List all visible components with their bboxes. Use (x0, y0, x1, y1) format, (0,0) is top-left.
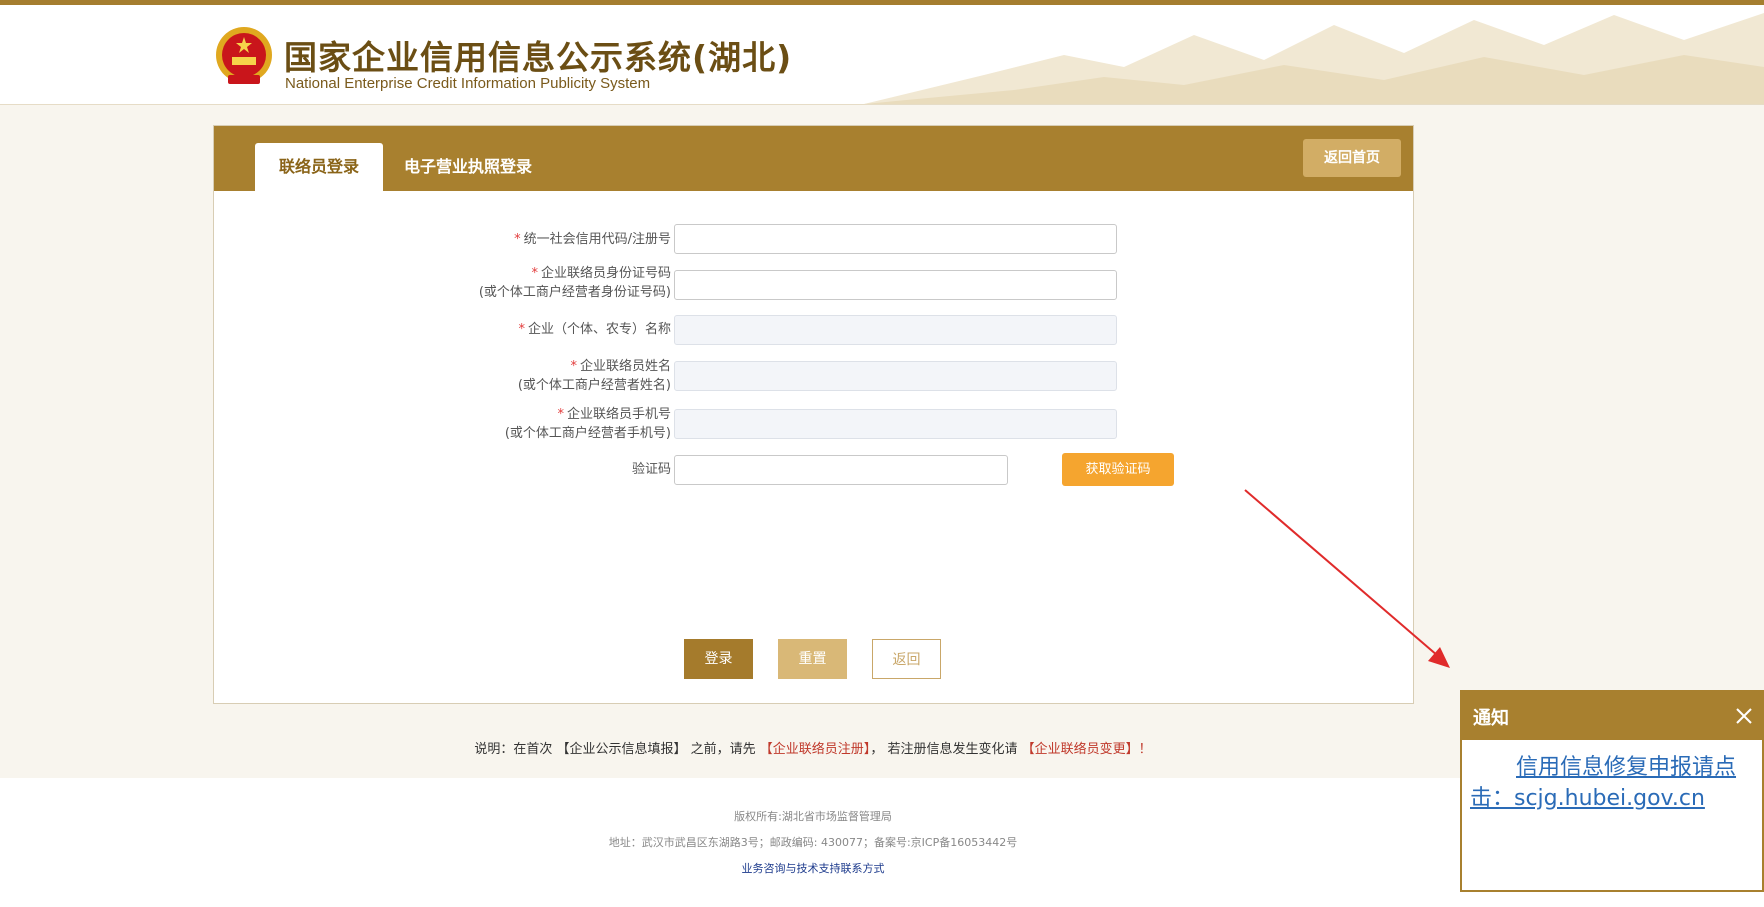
get-verification-code-button[interactable]: 获取验证码 (1062, 453, 1174, 486)
liaison-name-label-text: 企业联络员姓名 (579, 359, 671, 374)
mountain-background-illustration (864, 13, 1764, 104)
required-mark: * (570, 359, 577, 374)
liaison-id-label: * 企业联络员身份证号码 (或个体工商户经营者身份证号码) (479, 264, 671, 302)
captcha-label: 验证码 (631, 462, 671, 477)
registration-note: 说明：在首次 【企业公示信息填报】 之前，请先 【企业联络员注册】， 若注册信息… (0, 738, 1626, 757)
site-title: 国家企业信用信息公示系统(湖北) (284, 38, 793, 77)
liaison-id-label-text: 企业联络员身份证号码 (540, 266, 671, 281)
required-mark: * (514, 232, 521, 247)
back-button[interactable]: 返回 (872, 639, 941, 679)
login-button[interactable]: 登录 (684, 639, 753, 679)
site-header: 国家企业信用信息公示系统(湖北) National Enterprise Cre… (0, 5, 1764, 105)
credit-code-label-text: 统一社会信用代码/注册号 (523, 232, 671, 247)
note-prefix: 说明：在首次 【企业公示信息填报】 之前，请先 (474, 742, 760, 757)
close-icon[interactable] (1734, 706, 1754, 726)
tab-e-license-login[interactable]: 电子营业执照登录 (404, 143, 564, 191)
liaison-id-label-sub: (或个体工商户经营者身份证号码) (478, 285, 671, 300)
liaison-name-label-sub: (或个体工商户经营者姓名) (517, 378, 671, 393)
notice-link[interactable]: 信用信息修复申报请点击：scjg.hubei.gov.cn (1470, 752, 1752, 814)
liaison-phone-label-text: 企业联络员手机号 (566, 407, 671, 422)
required-mark: * (518, 322, 525, 337)
login-panel: 联络员登录 电子营业执照登录 返回首页 * 统一社会信用代码/注册号 * 企业联络员… (213, 125, 1414, 704)
liaison-phone-input (674, 409, 1117, 439)
login-tab-bar: 联络员登录 电子营业执照登录 返回首页 (214, 126, 1413, 191)
site-subtitle: National Enterprise Credit Information P… (285, 75, 651, 92)
liaison-id-input[interactable] (674, 270, 1117, 300)
liaison-phone-label: * 企业联络员手机号 (或个体工商户经营者手机号) (505, 405, 671, 443)
enterprise-name-label: * 企业（个体、农专）名称 (518, 320, 671, 339)
required-mark: * (531, 266, 538, 281)
register-liaison-link[interactable]: 【企业联络员注册】 (760, 742, 871, 757)
national-emblem-icon (216, 27, 272, 84)
notice-title: 通知 (1473, 708, 1509, 729)
enterprise-name-input (674, 315, 1117, 345)
footer-contact-link[interactable]: 业务咨询与技术支持联系方式 (0, 860, 1626, 876)
tab-liaison-login[interactable]: 联络员登录 (255, 143, 383, 191)
note-middle: ， 若注册信息发生变化请 (870, 742, 1022, 757)
credit-code-input[interactable] (674, 224, 1117, 254)
footer-copyright: 版权所有:湖北省市场监督管理局 (734, 810, 892, 823)
liaison-name-label: * 企业联络员姓名 (或个体工商户经营者姓名) (518, 357, 671, 395)
notice-header: 通知 (1462, 692, 1762, 740)
enterprise-name-label-text: 企业（个体、农专）名称 (527, 322, 671, 337)
credit-code-label: * 统一社会信用代码/注册号 (514, 230, 671, 249)
footer-address: 地址：武汉市武昌区东湖路3号；邮政编码: 430077；备案号:京ICP备160… (608, 836, 1018, 849)
notice-popup: 通知 信用信息修复申报请点击：scjg.hubei.gov.cn (1460, 690, 1764, 892)
captcha-input[interactable] (674, 455, 1008, 485)
red-arrow-annotation (1244, 489, 1450, 668)
liaison-phone-label-sub: (或个体工商户经营者手机号) (504, 426, 671, 441)
change-liaison-link[interactable]: 【企业联络员变更】！ (1022, 742, 1152, 757)
required-mark: * (557, 407, 564, 422)
liaison-name-input (674, 361, 1117, 391)
reset-button[interactable]: 重置 (778, 639, 847, 679)
back-to-home-button[interactable]: 返回首页 (1303, 139, 1401, 177)
